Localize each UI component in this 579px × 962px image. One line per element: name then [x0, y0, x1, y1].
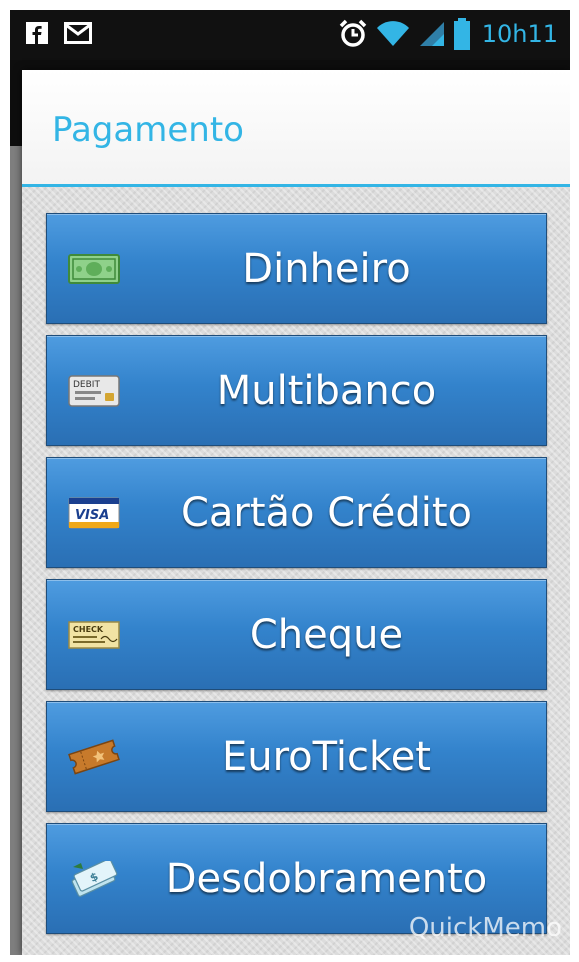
- payment-dialog: Pagamento Dinheiro DEBIT Multibanco VISA…: [22, 70, 570, 955]
- status-bar-left: [26, 22, 92, 44]
- dialog-title: Pagamento: [52, 110, 244, 150]
- dialog-body: Dinheiro DEBIT Multibanco VISA Cartão Cr…: [22, 187, 570, 955]
- payment-option-multibanco[interactable]: DEBIT Multibanco: [46, 335, 547, 446]
- signal-icon: [419, 22, 444, 46]
- status-time: 10h11: [481, 20, 558, 48]
- status-bar-right: 10h11: [338, 18, 558, 50]
- payment-option-cheque[interactable]: CHECK Cheque: [46, 579, 547, 690]
- payment-option-label: Dinheiro: [242, 246, 411, 292]
- alarm-icon: [339, 19, 366, 47]
- battery-icon: [453, 18, 470, 50]
- payment-option-label: Cheque: [249, 612, 404, 658]
- facebook-icon: [26, 22, 48, 44]
- wifi-icon: [376, 21, 409, 46]
- payment-option-dinheiro[interactable]: Dinheiro: [46, 213, 547, 324]
- payment-option-cartao-credito[interactable]: VISA Cartão Crédito: [46, 457, 547, 568]
- payment-option-label: EuroTicket: [221, 734, 431, 780]
- payment-option-label: Desdobramento: [165, 856, 488, 902]
- payment-option-euroticket[interactable]: EuroTicket: [46, 701, 547, 812]
- gmail-icon: [64, 22, 92, 44]
- payment-option-label: Multibanco: [216, 368, 437, 414]
- dialog-header: Pagamento: [22, 70, 570, 187]
- quickmemo-watermark: QuickMemo: [408, 913, 562, 943]
- payment-option-label: Cartão Crédito: [180, 490, 473, 536]
- phone-screen: 10h11 Pagamento Dinheiro DEBIT Multibanc…: [10, 10, 570, 955]
- status-bar: 10h11: [10, 10, 570, 60]
